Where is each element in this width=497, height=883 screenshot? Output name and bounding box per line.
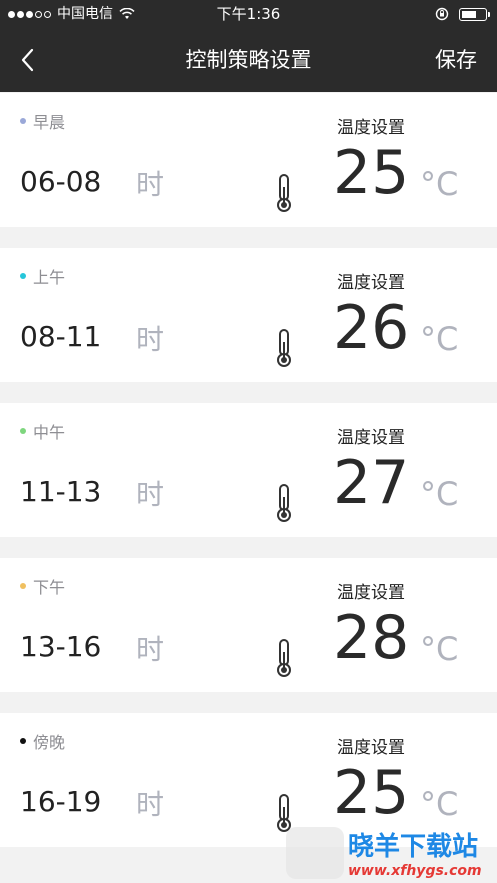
hour-unit: 时 [136, 478, 165, 511]
temperature-value[interactable]: 28 [333, 602, 409, 674]
save-button[interactable]: 保存 [435, 28, 477, 92]
schedule-card[interactable]: 上午 08-11 时 温度设置 26 °C [0, 248, 497, 382]
hour-unit: 时 [136, 788, 165, 821]
thermometer-icon [277, 639, 291, 677]
period-dot-icon [20, 583, 26, 589]
hour-unit: 时 [136, 323, 165, 356]
period-dot-icon [20, 273, 26, 279]
celsius-unit: °C [420, 630, 459, 668]
period-label: 早晨 [20, 109, 65, 133]
page-title: 控制策略设置 [185, 48, 312, 72]
status-bar: 中国电信 下午1:36 [0, 0, 497, 28]
temperature-setting-label: 温度设置 [337, 118, 405, 138]
temperature-setting-label: 温度设置 [337, 583, 405, 603]
hour-range[interactable]: 06-08 [20, 165, 101, 198]
watermark-url: www.xfhygs.com [348, 863, 482, 879]
temperature-value[interactable]: 27 [333, 447, 409, 519]
period-name: 傍晚 [33, 733, 66, 752]
period-dot-icon [20, 428, 26, 434]
hour-range[interactable]: 11-13 [20, 475, 101, 508]
period-dot-icon [20, 118, 26, 124]
period-name: 中午 [33, 423, 66, 442]
watermark: 晓羊下载站 www.xfhygs.com [286, 826, 482, 879]
temperature-value[interactable]: 25 [333, 757, 409, 829]
period-dot-icon [20, 738, 26, 744]
schedule-card[interactable]: 中午 11-13 时 温度设置 27 °C [0, 403, 497, 537]
celsius-unit: °C [420, 785, 459, 823]
celsius-unit: °C [420, 320, 459, 358]
watermark-title: 晓羊下载站 [348, 832, 479, 862]
hour-unit: 时 [136, 168, 165, 201]
thermometer-icon [277, 484, 291, 522]
hour-range[interactable]: 08-11 [20, 320, 101, 353]
temperature-setting-label: 温度设置 [337, 738, 405, 758]
period-name: 早晨 [33, 113, 66, 132]
celsius-unit: °C [420, 165, 459, 203]
schedule-card[interactable]: 早晨 06-08 时 温度设置 25 °C [0, 93, 497, 227]
period-name: 下午 [33, 578, 66, 597]
period-label: 下午 [20, 574, 65, 598]
temperature-value[interactable]: 25 [333, 137, 409, 209]
battery-icon [459, 7, 490, 21]
rotation-lock-icon [435, 7, 449, 21]
period-label: 中午 [20, 419, 65, 443]
thermometer-icon [277, 329, 291, 367]
nav-bar: 控制策略设置 保存 [0, 28, 497, 92]
hour-unit: 时 [136, 633, 165, 666]
status-right [435, 0, 490, 28]
temperature-value[interactable]: 26 [333, 292, 409, 364]
period-name: 上午 [33, 268, 66, 287]
hour-range[interactable]: 13-16 [20, 630, 101, 663]
status-time: 下午1:36 [216, 5, 281, 23]
temperature-setting-label: 温度设置 [337, 428, 405, 448]
watermark-logo [286, 826, 344, 879]
temperature-setting-label: 温度设置 [337, 273, 405, 293]
thermometer-icon [277, 174, 291, 212]
schedule-card[interactable]: 下午 13-16 时 温度设置 28 °C [0, 558, 497, 692]
celsius-unit: °C [420, 475, 459, 513]
period-label: 傍晚 [20, 729, 65, 753]
period-label: 上午 [20, 264, 65, 288]
hour-range[interactable]: 16-19 [20, 785, 101, 818]
